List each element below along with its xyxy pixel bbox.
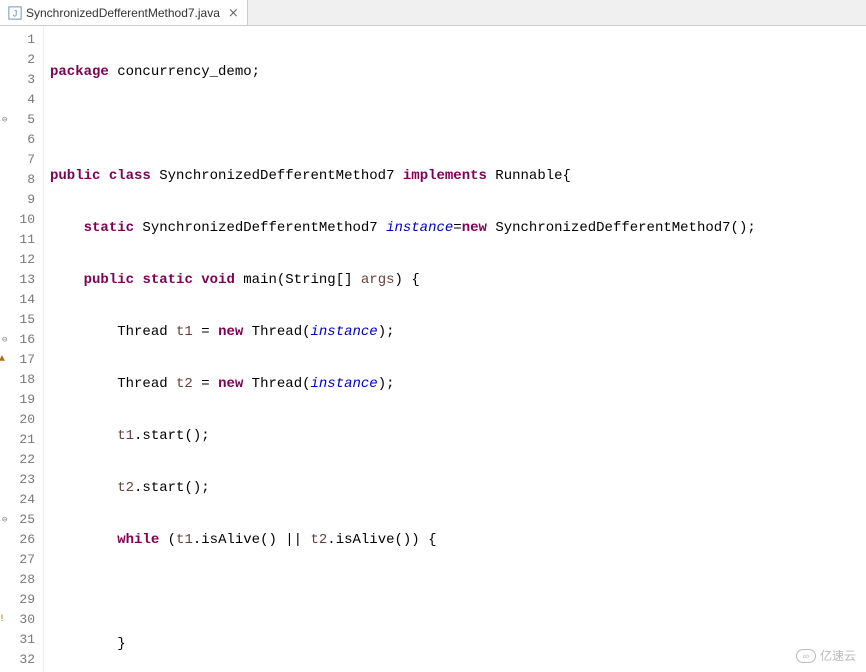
editor-tab[interactable]: J SynchronizedDefferentMethod7.java ⨯ [0, 0, 248, 25]
line-number: 12 [0, 250, 43, 270]
tab-filename: SynchronizedDefferentMethod7.java [26, 6, 220, 20]
line-number: 9 [0, 190, 43, 210]
code-line: package concurrency_demo; [50, 62, 866, 82]
code-line: Thread t1 = new Thread(instance); [50, 322, 866, 342]
line-number: 32 [0, 650, 43, 670]
line-number: 1 [0, 30, 43, 50]
line-number: 23 [0, 470, 43, 490]
line-number: 2 [0, 50, 43, 70]
line-number-gutter: 12345⊖678910111213141516⊖17▲181920212223… [0, 26, 44, 672]
editor-area: 12345⊖678910111213141516⊖17▲181920212223… [0, 26, 866, 672]
line-number: 20 [0, 410, 43, 430]
code-line: while (t1.isAlive() || t2.isAlive()) { [50, 530, 866, 550]
line-number: 17▲ [0, 350, 43, 370]
line-number: 10 [0, 210, 43, 230]
line-number: 24 [0, 490, 43, 510]
line-number: 14 [0, 290, 43, 310]
line-number: 13 [0, 270, 43, 290]
code-area[interactable]: package concurrency_demo; public class S… [44, 26, 866, 672]
line-number: 31 [0, 630, 43, 650]
code-line: public class SynchronizedDefferentMethod… [50, 166, 866, 186]
line-number: 11 [0, 230, 43, 250]
watermark: ∞ 亿速云 [796, 647, 856, 664]
watermark-text: 亿速云 [820, 647, 856, 664]
line-number: 7 [0, 150, 43, 170]
line-number: 22 [0, 450, 43, 470]
watermark-logo-icon: ∞ [796, 649, 816, 663]
code-line: Thread t2 = new Thread(instance); [50, 374, 866, 394]
warning-icon: ▲ [0, 350, 5, 370]
line-number: 26 [0, 530, 43, 550]
fold-icon[interactable]: ⊖ [2, 110, 7, 130]
code-line: static SynchronizedDefferentMethod7 inst… [50, 218, 866, 238]
code-line [50, 114, 866, 134]
line-number: 3 [0, 70, 43, 90]
line-number: 5⊖ [0, 110, 43, 130]
code-line: t2.start(); [50, 478, 866, 498]
line-number: 30! [0, 610, 43, 630]
java-file-icon: J [8, 6, 22, 20]
line-number: 25⊖ [0, 510, 43, 530]
code-line [50, 582, 866, 602]
line-number: 16⊖ [0, 330, 43, 350]
fold-icon[interactable]: ⊖ [2, 510, 7, 530]
svg-text:J: J [13, 8, 17, 18]
line-number: 27 [0, 550, 43, 570]
line-number: 8 [0, 170, 43, 190]
line-number: 28 [0, 570, 43, 590]
line-number: 6 [0, 130, 43, 150]
line-number: 21 [0, 430, 43, 450]
code-line: } [50, 634, 866, 654]
line-number: 4 [0, 90, 43, 110]
fold-icon[interactable]: ⊖ [2, 330, 7, 350]
line-number: 19 [0, 390, 43, 410]
close-icon[interactable]: ⨯ [228, 5, 239, 21]
code-line: t1.start(); [50, 426, 866, 446]
code-line: public static void main(String[] args) { [50, 270, 866, 290]
line-number: 18 [0, 370, 43, 390]
warning-icon: ! [0, 610, 5, 630]
line-number: 15 [0, 310, 43, 330]
line-number: 29 [0, 590, 43, 610]
tab-bar: J SynchronizedDefferentMethod7.java ⨯ [0, 0, 866, 26]
